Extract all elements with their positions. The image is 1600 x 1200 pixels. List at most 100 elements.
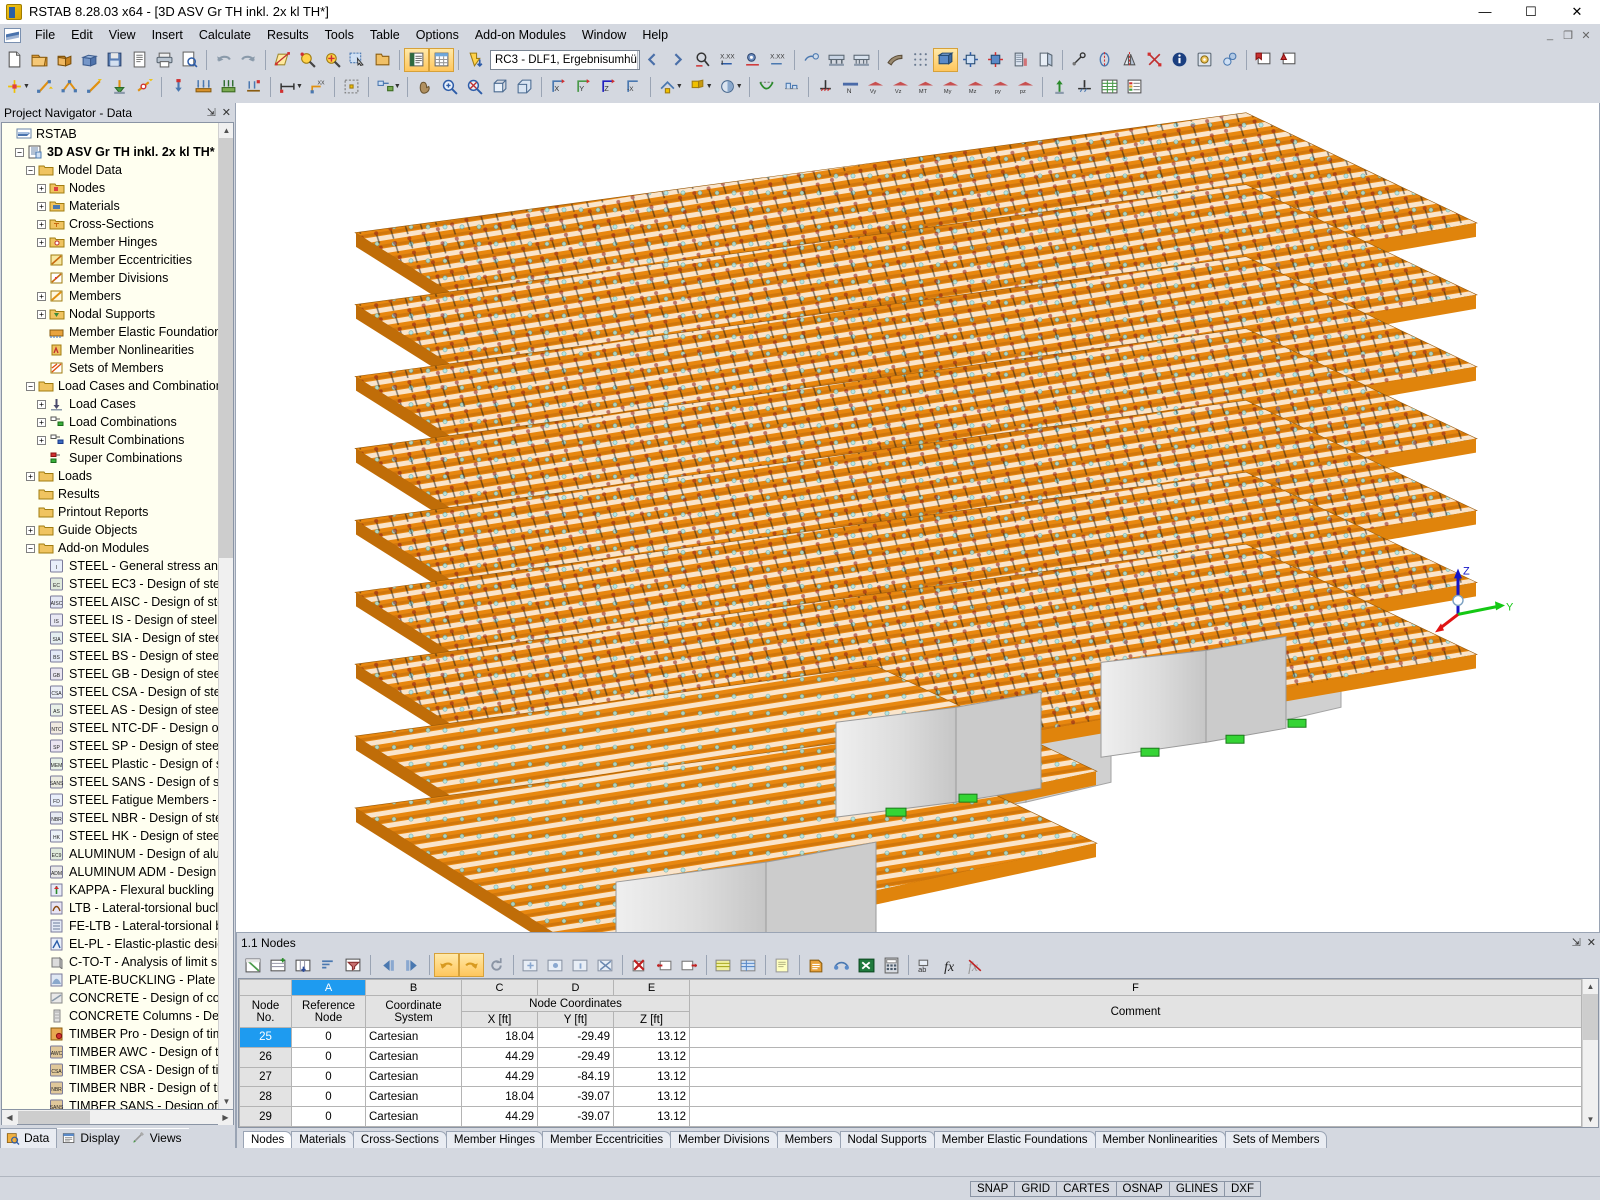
menu-file[interactable]: File — [27, 25, 63, 45]
object-snap-icon[interactable] — [320, 48, 345, 72]
pin-icon[interactable]: ⇲ — [207, 106, 216, 119]
tree-item-member-divisions[interactable]: Member Divisions — [4, 269, 233, 287]
tree-item-nodes[interactable]: +Nodes — [4, 179, 233, 197]
table-export-excel-icon[interactable] — [854, 953, 879, 977]
cell-y[interactable]: -29.49 — [538, 1028, 614, 1048]
table-calculator-icon[interactable] — [879, 953, 904, 977]
print-icon[interactable] — [152, 48, 177, 72]
member-load-icon[interactable] — [191, 75, 216, 99]
scroll-right-icon[interactable]: ▶ — [218, 1110, 233, 1125]
result-value-icon[interactable] — [740, 48, 765, 72]
row-header-node-no[interactable]: 27 — [240, 1067, 292, 1087]
tree-vertical-scrollbar[interactable]: ▲ ▼ — [218, 123, 233, 1109]
building-model-icon[interactable] — [1008, 48, 1033, 72]
table-tab-member-eccentricities[interactable]: Member Eccentricities — [542, 1131, 671, 1148]
column-letter-c[interactable]: C — [462, 980, 538, 996]
table-row[interactable]: 280Cartesian18.04-39.0713.12 — [240, 1087, 1582, 1107]
table-tab-member-elastic-foundations[interactable]: Member Elastic Foundations — [934, 1131, 1096, 1148]
status-toggle-dxf[interactable]: DXF — [1224, 1181, 1261, 1197]
column-letter-d[interactable]: D — [538, 980, 614, 996]
load-case-combo[interactable]: RC3 - DLF1, Ergebnisumhü ▼ — [490, 50, 640, 70]
tree-item-steel-ntc-df-design-of-s[interactable]: NTCSTEEL NTC-DF - Design of s — [4, 719, 233, 737]
tree-expander-plus[interactable]: + — [26, 526, 35, 535]
table-clear-icon[interactable] — [593, 953, 618, 977]
row-header-node-no[interactable]: 29 — [240, 1107, 292, 1127]
work-plane-icon[interactable] — [270, 48, 295, 72]
tree-item-results[interactable]: Results — [4, 485, 233, 503]
cell-comment[interactable] — [690, 1107, 1582, 1127]
cell-coordinate-system[interactable]: Cartesian — [366, 1047, 462, 1067]
scrollbar-thumb[interactable] — [219, 138, 234, 558]
menu-view[interactable]: View — [101, 25, 144, 45]
table-clear-formula-icon[interactable]: fx — [963, 953, 988, 977]
navigator-tree[interactable]: RSTAB−3D ASV Gr TH inkl. 2x kl TH*−Model… — [1, 122, 234, 1110]
table-tab-nodes[interactable]: Nodes — [243, 1131, 292, 1148]
column-letter-e[interactable]: E — [614, 980, 690, 996]
tree-item-materials[interactable]: +Materials — [4, 197, 233, 215]
cell-coordinate-system[interactable]: Cartesian — [366, 1067, 462, 1087]
scroll-up-icon[interactable]: ▲ — [1583, 979, 1598, 994]
close-icon[interactable]: ✕ — [222, 106, 231, 119]
tree-item-steel-as-design-of-steel-r[interactable]: ASSTEEL AS - Design of steel r — [4, 701, 233, 719]
tree-item-steel-sans-design-of-ste[interactable]: SANSSTEEL SANS - Design of ste — [4, 773, 233, 791]
open-selection-icon[interactable] — [370, 48, 395, 72]
cell-y[interactable]: -39.07 — [538, 1087, 614, 1107]
menu-tools[interactable]: Tools — [317, 25, 362, 45]
table-sync-icon[interactable] — [829, 953, 854, 977]
grid-object-icon[interactable] — [339, 75, 364, 99]
zoom-value-icon[interactable] — [690, 48, 715, 72]
cell-z[interactable]: 13.12 — [614, 1107, 690, 1127]
undo-icon[interactable] — [211, 48, 236, 72]
tree-item-steel-is-design-of-steel-m[interactable]: ISSTEEL IS - Design of steel m — [4, 611, 233, 629]
table-formula-icon[interactable]: fx — [938, 953, 963, 977]
cell-x[interactable]: 44.29 — [462, 1067, 538, 1087]
render-model-icon[interactable] — [799, 48, 824, 72]
table-rename-icon[interactable]: ab — [913, 953, 938, 977]
column-letter-b[interactable]: B — [366, 980, 462, 996]
tree-item-sets-of-members[interactable]: Sets of Members — [4, 359, 233, 377]
table-row[interactable]: 270Cartesian44.29-84.1913.12 — [240, 1067, 1582, 1087]
new-file-icon[interactable] — [2, 48, 27, 72]
tree-item-steel-bs-design-of-steel-r[interactable]: BSSTEEL BS - Design of steel r — [4, 647, 233, 665]
tree-item-load-cases[interactable]: +Load Cases — [4, 395, 233, 413]
table-goto-icon[interactable] — [518, 953, 543, 977]
tree-item-printout-reports[interactable]: Printout Reports — [4, 503, 233, 521]
zoom-window-icon[interactable] — [512, 75, 537, 99]
result-table-icon[interactable] — [1097, 75, 1122, 99]
supports-display-2-icon[interactable] — [849, 48, 874, 72]
measure-icon[interactable] — [1067, 48, 1092, 72]
deformation-icon[interactable] — [754, 75, 779, 99]
tree-item-timber-pro-design-of-tim[interactable]: TIMBER Pro - Design of tim — [4, 1025, 233, 1043]
new-member-line-icon[interactable] — [82, 75, 107, 99]
new-support-icon[interactable] — [107, 75, 132, 99]
tree-expander-plus[interactable]: + — [26, 472, 35, 481]
result-Vy-icon[interactable]: Vy — [863, 75, 888, 99]
view-negative-x-icon[interactable]: -X — [621, 75, 646, 99]
show-deformation-icon[interactable] — [1047, 75, 1072, 99]
cell-coordinate-system[interactable]: Cartesian — [366, 1087, 462, 1107]
table-tab-nodal-supports[interactable]: Nodal Supports — [840, 1131, 935, 1148]
table-tab-materials[interactable]: Materials — [291, 1131, 354, 1148]
table-select-icon[interactable] — [543, 953, 568, 977]
rendering-mode-icon[interactable] — [883, 48, 908, 72]
tree-item-steel-aisc-design-of-stee[interactable]: AISCSTEEL AISC - Design of stee — [4, 593, 233, 611]
row-header-node-no[interactable]: 26 — [240, 1047, 292, 1067]
tree-item-aluminum-design-of-alu[interactable]: EC9ALUMINUM - Design of alu — [4, 845, 233, 863]
table-view-grid-icon[interactable] — [736, 953, 761, 977]
info-icon[interactable] — [1167, 48, 1192, 72]
table-edit-icon[interactable] — [241, 953, 266, 977]
close-icon[interactable]: ✕ — [1587, 936, 1596, 949]
tree-item-timber-sans-design-of-t[interactable]: SANSTIMBER SANS - Design of t — [4, 1097, 233, 1110]
tree-item-3d-asv-gr-th-inkl-2x-kl-th[interactable]: −3D ASV Gr TH inkl. 2x kl TH* — [4, 143, 233, 161]
table-undo-icon[interactable] — [434, 953, 459, 977]
table-tab-member-divisions[interactable]: Member Divisions — [670, 1131, 777, 1148]
status-toggle-grid[interactable]: GRID — [1014, 1181, 1057, 1197]
cell-coordinate-system[interactable]: Cartesian — [366, 1028, 462, 1048]
tree-expander-plus[interactable]: + — [37, 418, 46, 427]
navigator-tab-views[interactable]: Views — [127, 1128, 189, 1148]
result-pz-icon[interactable]: pz — [1013, 75, 1038, 99]
cell-y[interactable]: -29.49 — [538, 1047, 614, 1067]
tree-item-el-pl-elastic-plastic-desig[interactable]: EL-PL - Elastic-plastic desig — [4, 935, 233, 953]
maximize-button[interactable]: ☐ — [1508, 0, 1554, 24]
cell-reference-node[interactable]: 0 — [292, 1067, 366, 1087]
